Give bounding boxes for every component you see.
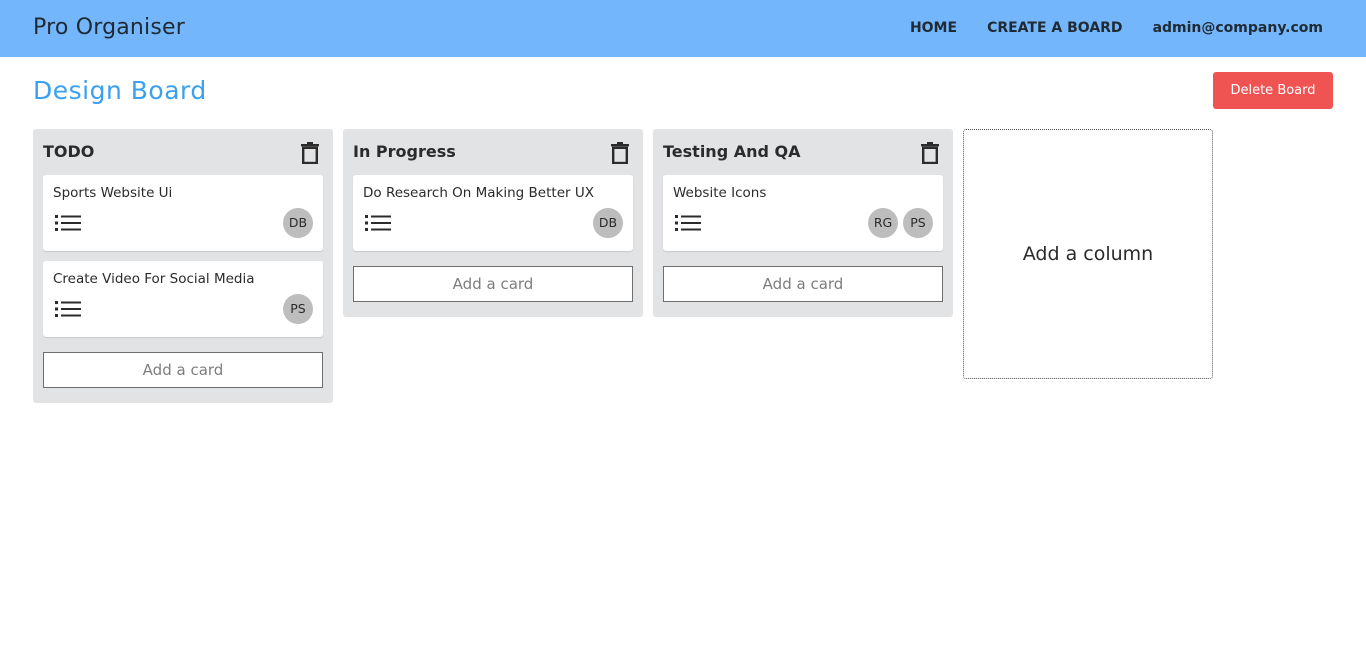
card-title: Do Research On Making Better UX bbox=[363, 185, 594, 201]
card-members: PS bbox=[283, 294, 313, 324]
card[interactable]: Website Icons RG PS bbox=[663, 175, 943, 251]
avatar[interactable]: PS bbox=[903, 208, 933, 238]
card-members: DB bbox=[283, 208, 313, 238]
list-icon[interactable] bbox=[55, 213, 81, 233]
add-column-button[interactable]: Add a column bbox=[963, 129, 1213, 379]
column-header: In Progress bbox=[343, 129, 643, 175]
app-brand[interactable]: Pro Organiser bbox=[33, 15, 185, 40]
navbar: Pro Organiser HOME CREATE A BOARD admin@… bbox=[0, 0, 1366, 57]
avatar[interactable]: RG bbox=[868, 208, 898, 238]
add-card-button[interactable]: Add a card bbox=[663, 266, 943, 302]
card-members: RG PS bbox=[868, 208, 933, 238]
column-title: Testing And QA bbox=[663, 142, 801, 161]
trash-icon[interactable] bbox=[611, 142, 629, 164]
column-title: In Progress bbox=[353, 142, 456, 161]
card-title: Sports Website Ui bbox=[53, 185, 173, 201]
card-title: Create Video For Social Media bbox=[53, 271, 255, 287]
nav-create-board-link[interactable]: CREATE A BOARD bbox=[987, 20, 1123, 36]
list-icon[interactable] bbox=[365, 213, 391, 233]
column-header: TODO bbox=[33, 129, 333, 175]
trash-icon[interactable] bbox=[921, 142, 939, 164]
delete-board-button[interactable]: Delete Board bbox=[1213, 72, 1333, 109]
nav-home-link[interactable]: HOME bbox=[910, 20, 957, 36]
trash-icon[interactable] bbox=[301, 142, 319, 164]
card-members: DB bbox=[593, 208, 623, 238]
list-icon[interactable] bbox=[55, 299, 81, 319]
column-testing-and-qa: Testing And QA Website Icons RG PS Add a… bbox=[653, 129, 953, 317]
column-header: Testing And QA bbox=[653, 129, 953, 175]
avatar[interactable]: DB bbox=[283, 208, 313, 238]
avatar[interactable]: DB bbox=[593, 208, 623, 238]
board-title: Design Board bbox=[33, 76, 207, 105]
column-title: TODO bbox=[43, 142, 95, 161]
list-icon[interactable] bbox=[675, 213, 701, 233]
add-card-button[interactable]: Add a card bbox=[353, 266, 633, 302]
card-title: Website Icons bbox=[673, 185, 767, 201]
column-in-progress: In Progress Do Research On Making Better… bbox=[343, 129, 643, 317]
nav-user-link[interactable]: admin@company.com bbox=[1153, 20, 1323, 36]
nav-links: HOME CREATE A BOARD admin@company.com bbox=[910, 20, 1323, 36]
card[interactable]: Create Video For Social Media PS bbox=[43, 261, 323, 337]
card[interactable]: Do Research On Making Better UX DB bbox=[353, 175, 633, 251]
card[interactable]: Sports Website Ui DB bbox=[43, 175, 323, 251]
column-todo: TODO Sports Website Ui DB Create Video F… bbox=[33, 129, 333, 403]
add-card-button[interactable]: Add a card bbox=[43, 352, 323, 388]
avatar[interactable]: PS bbox=[283, 294, 313, 324]
